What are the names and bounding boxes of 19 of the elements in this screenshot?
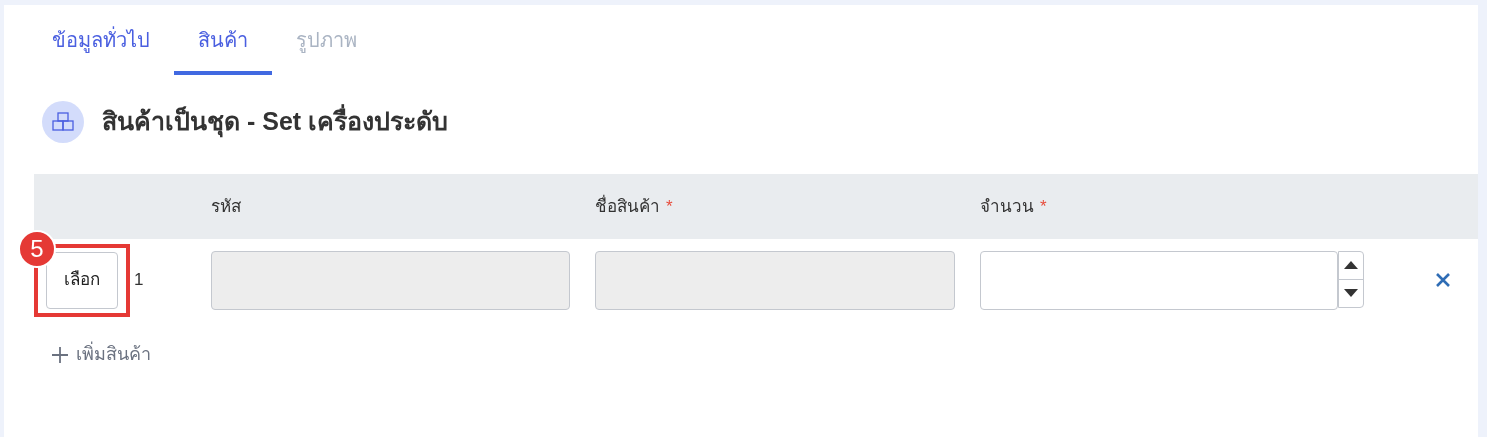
number-spinner[interactable] (1338, 250, 1364, 308)
tab[interactable]: สินค้า (174, 5, 272, 75)
required-mark: * (666, 195, 673, 218)
down-arrow-icon (1344, 289, 1358, 297)
text-field[interactable] (980, 250, 1338, 310)
column-header: รหัส (211, 195, 241, 218)
close-icon[interactable] (1436, 272, 1452, 288)
row-number: 1 (134, 269, 144, 292)
plus-icon (52, 346, 68, 363)
add-product-button[interactable]: เพิ่มสินค้า (52, 341, 151, 368)
tab[interactable]: ข้อมูลทั่วไป (28, 5, 174, 75)
column-header: ชื่อสินค้า (595, 193, 660, 218)
section-title: สินค้าเป็นชุด - Set เครื่องประดับ (102, 103, 449, 141)
required-mark: * (1040, 195, 1047, 218)
boxes-icon (42, 101, 84, 143)
column-header: จำนวน (980, 195, 1034, 218)
select-button[interactable]: เลือก (46, 251, 118, 309)
up-arrow-icon (1344, 261, 1358, 269)
step-badge: 5 (18, 229, 56, 268)
